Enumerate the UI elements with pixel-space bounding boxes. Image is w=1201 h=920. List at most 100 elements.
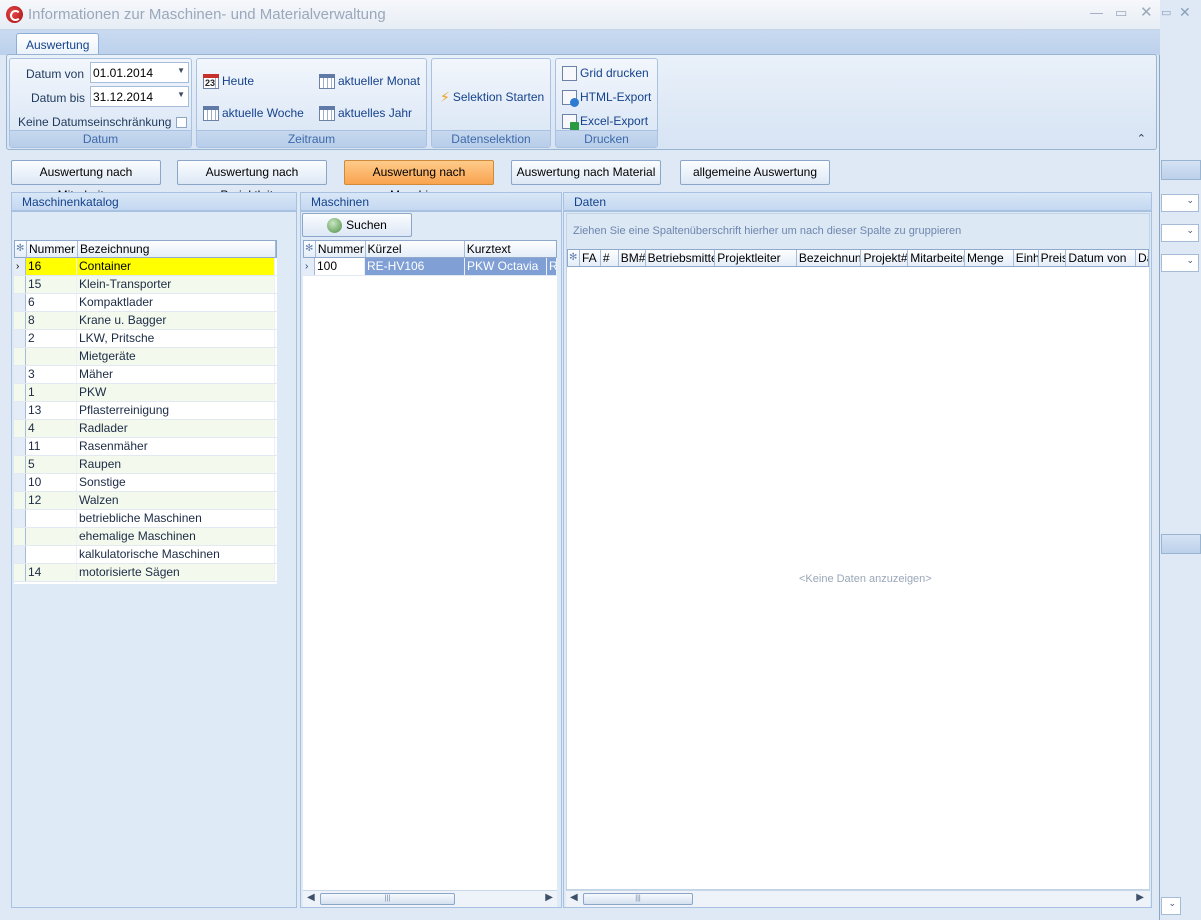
group-drucken: Grid drucken HTML-Export Excel-Export Dr… [555,58,658,148]
keine-datumseinschraenkung-checkbox[interactable] [176,117,187,128]
tab-auswertung[interactable]: Auswertung [16,33,100,56]
bg-combo-1[interactable]: ⌄ [1161,194,1199,212]
cell-bezeichnung: kalkulatorische Maschinen [77,546,275,563]
table-row[interactable]: 12 Walzen [14,492,277,510]
bg-combo-3[interactable]: ⌄ [1161,254,1199,272]
bg-combo-2[interactable]: ⌄ [1161,224,1199,242]
collapse-ribbon-icon[interactable]: ⌃ [1137,132,1146,145]
aktueller-monat-button[interactable]: aktueller Monat [319,71,420,91]
group-hint-text: Ziehen Sie eine Spaltenüberschrift hierh… [573,225,962,237]
excel-export-button[interactable]: Excel-Export [562,111,648,131]
close-icon[interactable]: ✕ [1140,3,1153,21]
column-datum-bis[interactable]: Da [1136,250,1148,266]
column-bezeichnung[interactable]: Bezeichnung [797,250,862,266]
datum-bis-label: Datum bis [31,91,86,105]
table-row[interactable]: 11 Rasenmäher [14,438,277,456]
cell-bezeichnung: Kompaktlader [77,294,275,311]
auswertung-material-button[interactable]: Auswertung nach Material [511,160,661,185]
table-row[interactable]: 14 motorisierte Sägen [14,564,277,582]
cell-nummer: 6 [26,294,77,311]
column-menge[interactable]: Menge [965,250,1014,266]
table-row[interactable]: kalkulatorische Maschinen [14,546,277,564]
grid-drucken-label: Grid drucken [580,66,649,80]
calendar-today-icon: 23 [203,73,219,89]
cell-bezeichnung: Mietgeräte [77,348,275,365]
scroll-left-icon[interactable]: ◀ [307,892,315,903]
table-row[interactable]: 13 Pflasterreinigung [14,402,277,420]
column-kuerzel[interactable]: Kürzel [366,241,465,257]
maschinenkatalog-header: Maschinenkatalog [11,192,297,211]
selektion-starten-label: Selektion Starten [452,90,545,104]
table-row[interactable]: 3 Mäher [14,366,277,384]
grid-settings-icon[interactable]: ✻ [15,241,27,257]
bg-close-icon[interactable]: ✕ [1179,4,1191,21]
cell-nummer: 13 [26,402,77,419]
column-hash[interactable]: # [601,250,619,266]
table-row[interactable]: 10 Sonstige [14,474,277,492]
table-row[interactable]: ehemalige Maschinen [14,528,277,546]
table-row[interactable]: 2 LKW, Pritsche [14,330,277,348]
heute-button[interactable]: 23 Heute [203,71,254,91]
column-bezeichnung[interactable]: Bezeichnung [78,241,276,257]
aktuelles-jahr-button[interactable]: aktuelles Jahr [319,103,412,123]
column-betriebsmittel[interactable]: Betriebsmittel [646,250,716,266]
scroll-right-icon[interactable]: ▶ [545,892,553,903]
table-row[interactable]: 15 Klein-Transporter [14,276,277,294]
chevron-down-icon[interactable]: ▼ [177,66,185,75]
column-bm[interactable]: BM# [619,250,646,266]
machines-hscrollbar[interactable]: ◀ ||| ▶ [303,890,557,907]
background-window: ▭ ✕ ⌄ ⌄ ⌄ ⌄ [1158,0,1201,920]
auswertung-maschinen-button[interactable]: Auswertung nach Maschinen [344,160,494,202]
table-row[interactable]: 4 Radlader [14,420,277,438]
column-mitarbeiter[interactable]: Mitarbeiter [908,250,965,266]
bg-combo-4[interactable]: ⌄ [1161,897,1181,915]
column-projektleiter[interactable]: Projektleiter [715,250,797,266]
grid-drucken-button[interactable]: Grid drucken [562,63,649,83]
aktuelle-woche-button[interactable]: aktuelle Woche [203,103,304,123]
datum-von-input[interactable]: 01.01.2014 ▼ [90,62,189,83]
datum-von-label: Datum von [26,67,85,81]
group-label-datum: Datum [10,130,191,147]
allgemeine-auswertung-button[interactable]: allgemeine Auswertung [680,160,830,185]
datum-bis-input[interactable]: 31.12.2014 ▼ [90,86,189,107]
cell-nummer [26,510,77,527]
column-einh[interactable]: Einh [1014,250,1039,266]
maximize-icon[interactable]: ▭ [1115,5,1127,21]
chevron-down-icon[interactable]: ▼ [177,90,185,99]
suchen-button[interactable]: Suchen [302,213,412,237]
bg-maximize-icon[interactable]: ▭ [1161,6,1171,19]
column-fa[interactable]: FA [580,250,601,266]
grid-settings-icon[interactable]: ✻ [568,250,580,266]
auswertung-mitarbeiter-button[interactable]: Auswertung nach Mitarbeiter [11,160,161,202]
row-indicator [14,564,26,581]
cell-nummer: 5 [26,456,77,473]
table-row[interactable]: › 100 RE-HV106 PKW Octavia R [303,258,557,276]
column-preis[interactable]: Preis [1039,250,1067,266]
data-hscrollbar[interactable]: ◀ ||| ▶ [566,890,1150,907]
table-row[interactable]: 1 PKW [14,384,277,402]
table-row[interactable]: betriebliche Maschinen [14,510,277,528]
column-datum-von[interactable]: Datum von [1066,250,1137,266]
table-row[interactable]: 5 Raupen [14,456,277,474]
excel-export-label: Excel-Export [580,114,649,128]
selektion-starten-button[interactable]: ⚡ Selektion Starten [440,87,544,107]
row-indicator [14,384,26,401]
scroll-thumb[interactable]: ||| [583,893,693,905]
auswertung-projektleiter-button[interactable]: Auswertung nach Projektleiter [177,160,327,202]
scroll-right-icon[interactable]: ▶ [1136,892,1144,903]
column-kurztext[interactable]: Kurztext [465,241,556,257]
minimize-icon[interactable]: — [1090,5,1103,20]
html-export-button[interactable]: HTML-Export [562,87,651,107]
column-nummer[interactable]: Nummer [316,241,366,257]
column-projekt[interactable]: Projekt# [861,250,909,266]
row-indicator [14,294,26,311]
cell-nummer: 2 [26,330,77,347]
grid-settings-icon[interactable]: ✻ [304,241,316,257]
table-row[interactable]: Mietgeräte [14,348,277,366]
column-nummer[interactable]: Nummer [27,241,78,257]
scroll-left-icon[interactable]: ◀ [570,892,578,903]
table-row[interactable]: › 16 Container [14,258,277,276]
table-row[interactable]: 6 Kompaktlader [14,294,277,312]
table-row[interactable]: 8 Krane u. Bagger [14,312,277,330]
scroll-thumb[interactable]: ||| [320,893,455,905]
